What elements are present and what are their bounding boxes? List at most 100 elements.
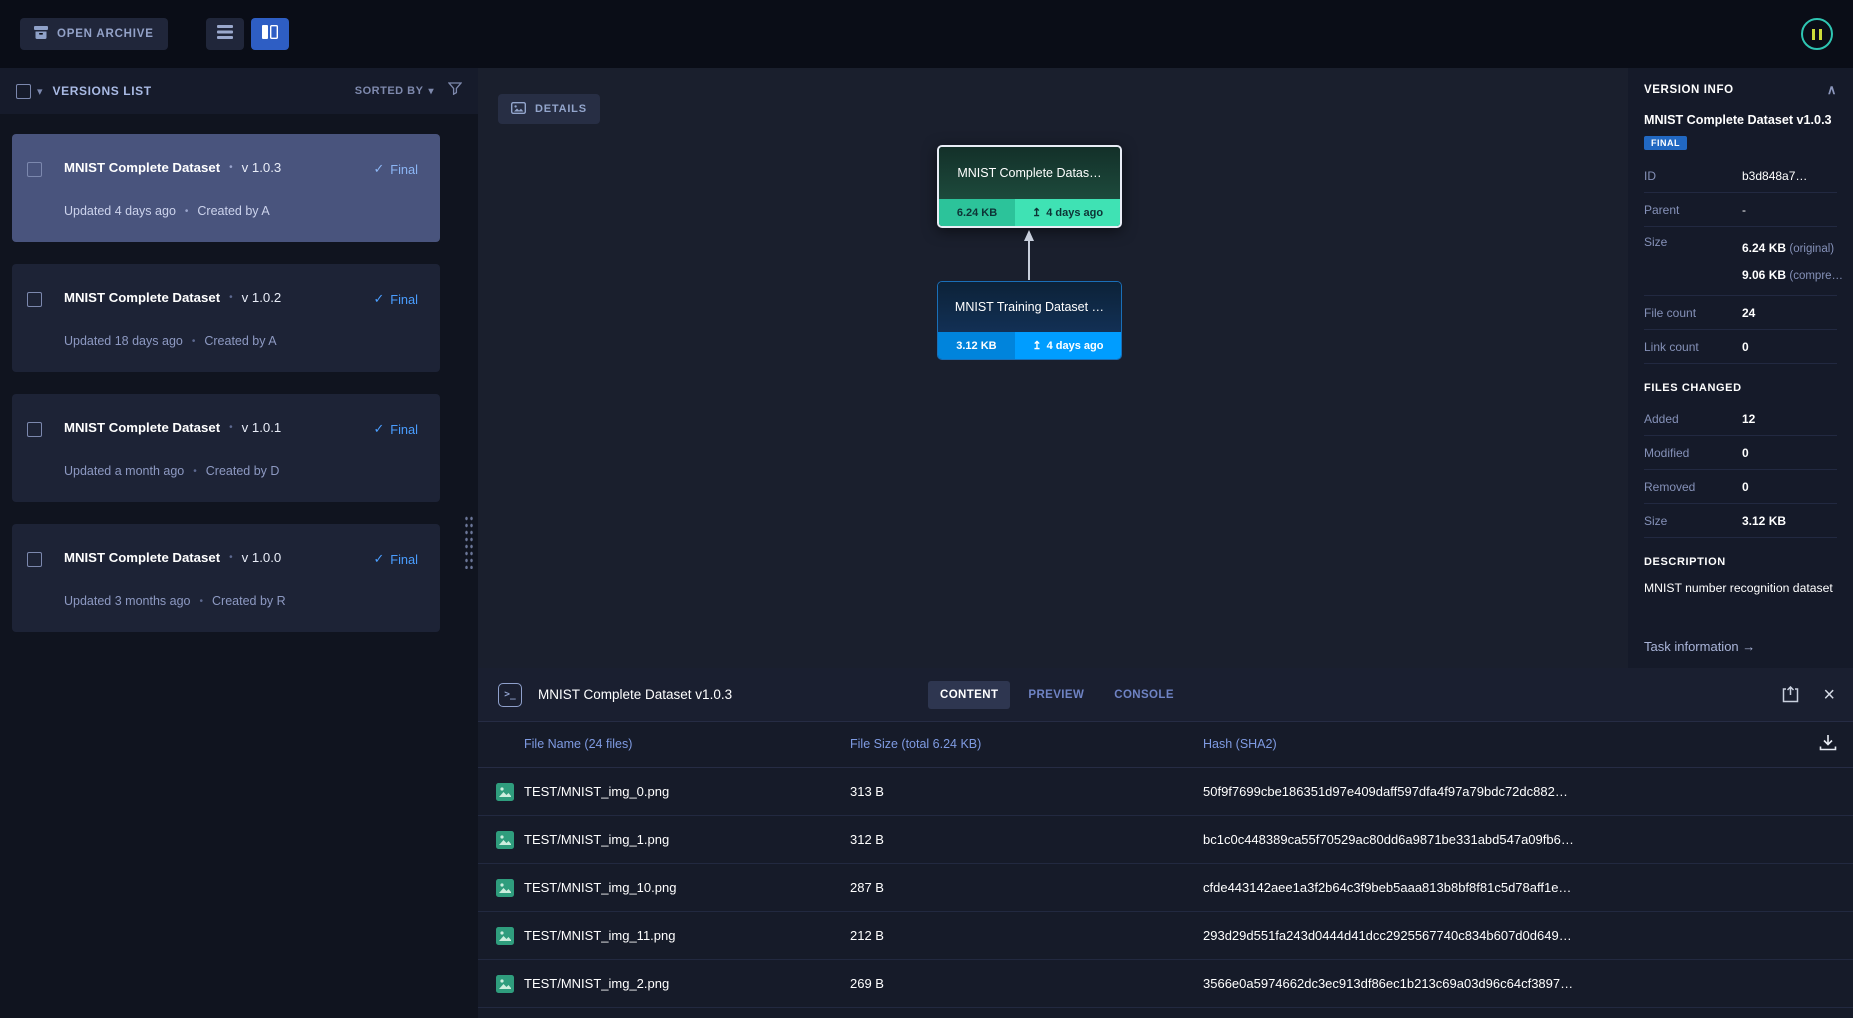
id-value: b3d848a7…: [1742, 169, 1807, 183]
updated-text: Updated 4 days ago: [64, 204, 176, 218]
graph-node-training-dataset[interactable]: MNIST Training Dataset … 3.12 KB ↥ 4 day…: [937, 281, 1122, 360]
node-label: MNIST Training Dataset …: [938, 282, 1121, 332]
version-info-panel: VERSION INFO ∧ MNIST Complete Dataset v1…: [1628, 68, 1853, 668]
size-compressed-value: 9.06 KB: [1742, 268, 1786, 282]
details-label: DETAILS: [535, 103, 587, 115]
version-number: v 1.0.3: [242, 160, 282, 175]
tab-preview[interactable]: PREVIEW: [1016, 681, 1096, 709]
column-hash: Hash (SHA2): [1203, 737, 1277, 751]
details-button[interactable]: DETAILS: [498, 94, 600, 124]
info-row-added: Added 12: [1644, 402, 1837, 436]
info-row-modified: Modified 0: [1644, 436, 1837, 470]
filter-icon[interactable]: [448, 82, 462, 100]
table-row[interactable]: TEST/MNIST_img_10.png 287 B cfde443142ae…: [478, 864, 1853, 912]
table-row[interactable]: TEST/MNIST_img_0.png 313 B 50f9f7699cbe1…: [478, 768, 1853, 816]
column-file-size: File Size (total 6.24 KB): [850, 737, 981, 751]
graph-node-complete-dataset[interactable]: MNIST Complete Datas… 6.24 KB ↥ 4 days a…: [937, 145, 1122, 228]
file-hash: 3566e0a5974662dc3ec913df86ec1b213c69a03d…: [1203, 976, 1573, 991]
check-icon: ✓: [374, 161, 385, 177]
version-number: v 1.0.2: [242, 290, 282, 305]
version-info-title: MNIST Complete Dataset v1.0.3: [1644, 113, 1837, 127]
version-title: MNIST Complete Dataset: [64, 550, 220, 565]
check-icon: ✓: [374, 291, 385, 307]
image-file-icon: [496, 783, 514, 804]
description-header: DESCRIPTION: [1644, 556, 1837, 568]
info-row-size: Size 6.24 KB (original) 9.06 KB (compre…: [1644, 227, 1837, 296]
file-table-header: File Name (24 files) File Size (total 6.…: [478, 722, 1853, 768]
close-icon[interactable]: ×: [1823, 685, 1835, 705]
select-all-checkbox[interactable]: [16, 84, 31, 99]
table-row[interactable]: TEST/MNIST_img_1.png 312 B bc1c0c448389c…: [478, 816, 1853, 864]
files-changed-header: FILES CHANGED: [1644, 382, 1837, 394]
task-information-link[interactable]: Task information →: [1644, 639, 1755, 654]
info-row-removed: Removed 0: [1644, 470, 1837, 504]
version-checkbox[interactable]: [27, 162, 42, 177]
tab-console[interactable]: CONSOLE: [1102, 681, 1186, 709]
version-checkbox[interactable]: [27, 422, 42, 437]
version-card-v1-0-1[interactable]: MNIST Complete Dataset • v 1.0.1 ✓Final …: [12, 394, 440, 502]
file-size: 312 B: [850, 832, 884, 847]
status-badge: ✓Final: [374, 161, 418, 177]
workers-status-icon[interactable]: [1801, 18, 1833, 50]
open-archive-button[interactable]: OPEN ARCHIVE: [20, 18, 168, 50]
version-checkbox[interactable]: [27, 552, 42, 567]
open-in-window-icon[interactable]: [1782, 686, 1799, 703]
split-view-icon: [262, 25, 278, 44]
node-age: 4 days ago: [1047, 340, 1104, 352]
status-badge: ✓Final: [374, 551, 418, 567]
created-text: Created by A: [204, 334, 276, 348]
file-name: TEST/MNIST_img_0.png: [524, 784, 669, 799]
created-text: Created by D: [206, 464, 280, 478]
versions-list: MNIST Complete Dataset • v 1.0.3 ✓Final …: [0, 114, 478, 632]
file-hash: 50f9f7699cbe186351d97e409daff597dfa4f97a…: [1203, 784, 1568, 799]
pause-bar-icon: [1812, 29, 1815, 40]
file-name: TEST/MNIST_img_10.png: [524, 880, 676, 895]
table-view-icon: [217, 25, 233, 44]
updated-text: Updated 3 months ago: [64, 594, 190, 608]
content-tabs: CONTENT PREVIEW CONSOLE: [928, 668, 1186, 721]
dot-separator: •: [229, 422, 233, 433]
version-title: MNIST Complete Dataset: [64, 420, 220, 435]
parent-value: -: [1742, 203, 1746, 217]
archive-icon: [34, 26, 48, 42]
file-size: 269 B: [850, 976, 884, 991]
table-row[interactable]: TEST/MNIST_img_2.png 269 B 3566e0a597466…: [478, 960, 1853, 1008]
content-panel: >_ MNIST Complete Dataset v1.0.3 CONTENT…: [478, 668, 1853, 1018]
dot-separator: •: [193, 466, 197, 477]
panel-resize-handle[interactable]: [464, 515, 474, 569]
download-icon[interactable]: [1819, 735, 1837, 754]
sorted-by-dropdown[interactable]: SORTED BY▾: [355, 85, 434, 97]
table-row[interactable]: TEST/MNIST_img_11.png 212 B 293d29d551fa…: [478, 912, 1853, 960]
pause-bar-icon: [1819, 29, 1822, 40]
node-size: 3.12 KB: [938, 332, 1015, 359]
info-row-id: ID b3d848a7…: [1644, 159, 1837, 193]
version-checkbox[interactable]: [27, 292, 42, 307]
status-badge: ✓Final: [374, 291, 418, 307]
details-icon: [511, 102, 526, 117]
dot-separator: •: [229, 292, 233, 303]
split-view-toggle[interactable]: [251, 18, 289, 50]
node-size: 6.24 KB: [939, 199, 1015, 226]
version-number: v 1.0.0: [242, 550, 282, 565]
collapse-chevron-icon[interactable]: ∧: [1827, 82, 1837, 98]
column-file-name: File Name (24 files): [524, 737, 632, 751]
link-count-value: 0: [1742, 340, 1749, 354]
version-card-v1-0-3[interactable]: MNIST Complete Dataset • v 1.0.3 ✓Final …: [12, 134, 440, 242]
version-card-v1-0-2[interactable]: MNIST Complete Dataset • v 1.0.2 ✓Final …: [12, 264, 440, 372]
check-icon: ✓: [374, 421, 385, 437]
dot-separator: •: [229, 552, 233, 563]
file-name: TEST/MNIST_img_11.png: [524, 928, 675, 943]
sorted-by-caret-icon: ▾: [428, 86, 434, 97]
dot-separator: •: [185, 206, 189, 217]
final-badge: FINAL: [1644, 136, 1687, 150]
image-file-icon: [496, 879, 514, 900]
content-panel-header: >_ MNIST Complete Dataset v1.0.3 CONTENT…: [478, 668, 1853, 722]
image-file-icon: [496, 927, 514, 948]
select-all-caret-icon[interactable]: ▾: [37, 85, 43, 98]
file-size: 287 B: [850, 880, 884, 895]
table-view-toggle[interactable]: [206, 18, 244, 50]
graph-edge-arrow: [1023, 230, 1035, 285]
version-card-v1-0-0[interactable]: MNIST Complete Dataset • v 1.0.0 ✓Final …: [12, 524, 440, 632]
tab-content[interactable]: CONTENT: [928, 681, 1010, 709]
upload-icon: ↥: [1032, 339, 1041, 352]
